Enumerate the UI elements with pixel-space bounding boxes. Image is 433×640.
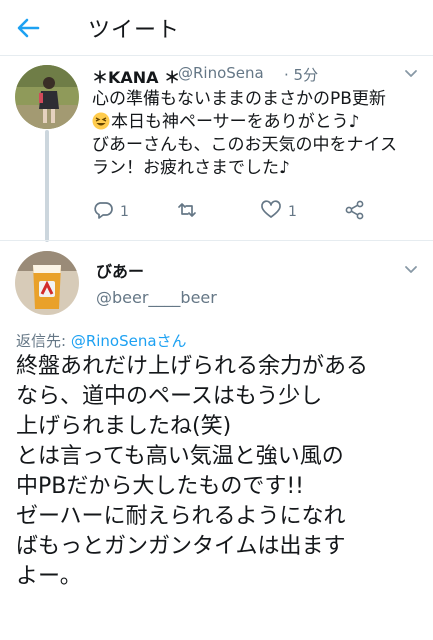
tweet-actions: 1 1 <box>92 198 392 226</box>
main-tweet-text: 終盤あれだけ上げられる余力がある なら、道中のペースはもう少し 上げられましたね… <box>16 352 426 592</box>
reply-to-label: 返信先: <box>16 332 71 350</box>
tweet-text: 心の準備もないままのまさかのPB更新 本日も神ペーサーをありがとう♪ びあーさん… <box>92 88 422 180</box>
chevron-down-icon[interactable] <box>403 262 419 278</box>
like-count: 1 <box>288 204 297 220</box>
tweet-text-fragment: 本日も神ペーサーをありがとう♪ <box>111 112 360 132</box>
tweet-text-line: 本日も神ペーサーをありがとう♪ <box>92 111 422 134</box>
author-name[interactable]: びあー <box>96 258 144 282</box>
retweet-button[interactable] <box>176 198 204 226</box>
tweet-text-line: ラン！お疲れさまでした♪ <box>92 158 290 178</box>
tweet-text-line: とは言っても高い気温と強い風の <box>16 444 344 469</box>
tweet-text-line: 終盤あれだけ上げられる余力がある <box>16 354 369 379</box>
author-handle[interactable]: @beer____beer <box>96 288 217 307</box>
app-header: ツイート <box>0 0 433 56</box>
retweet-icon <box>176 199 198 225</box>
avatar-rinosena[interactable] <box>15 65 79 129</box>
author-handle[interactable]: @RinoSena <box>178 64 264 82</box>
reply-button[interactable]: 1 <box>92 198 129 226</box>
tweet-timestamp[interactable]: · 5分 <box>284 64 318 85</box>
tweet-text-line: ゼーハーに耐えられるようになれ <box>16 504 346 529</box>
reply-icon <box>92 199 114 225</box>
avatar-beer[interactable] <box>15 251 79 315</box>
tweet-text-line: なら、道中のペースはもう少し <box>16 384 323 409</box>
tweet-text-line: 中PBだから大したものです!! <box>16 474 304 499</box>
page-title: ツイート <box>88 18 181 43</box>
reply-count: 1 <box>120 204 129 220</box>
share-button[interactable] <box>344 198 366 226</box>
tweet-divider <box>0 240 433 241</box>
like-button[interactable]: 1 <box>260 198 297 226</box>
author-name[interactable]: ＊KANA ＊ <box>92 64 180 88</box>
grinning-squinting-face-icon <box>92 112 110 130</box>
tweet-text-line: ばもっとガンガンタイムは出ます <box>16 534 346 559</box>
tweet-text-line: びあーさんも、このお天気の中をナイス <box>92 135 397 155</box>
reply-to-line: 返信先: @RinoSenaさん <box>16 330 187 351</box>
share-icon <box>344 199 366 225</box>
like-icon <box>260 199 282 225</box>
chevron-down-icon[interactable] <box>403 66 419 82</box>
back-arrow-icon[interactable] <box>14 14 42 42</box>
tweet-text-line: 心の準備もないままのまさかのPB更新 <box>92 89 386 109</box>
thread-connector-line <box>45 130 49 242</box>
reply-mention-link[interactable]: @RinoSenaさん <box>71 332 187 350</box>
tweet-text-line: 上げられましたね(笑) <box>16 414 232 439</box>
tweet-text-line: よー。 <box>16 564 82 589</box>
